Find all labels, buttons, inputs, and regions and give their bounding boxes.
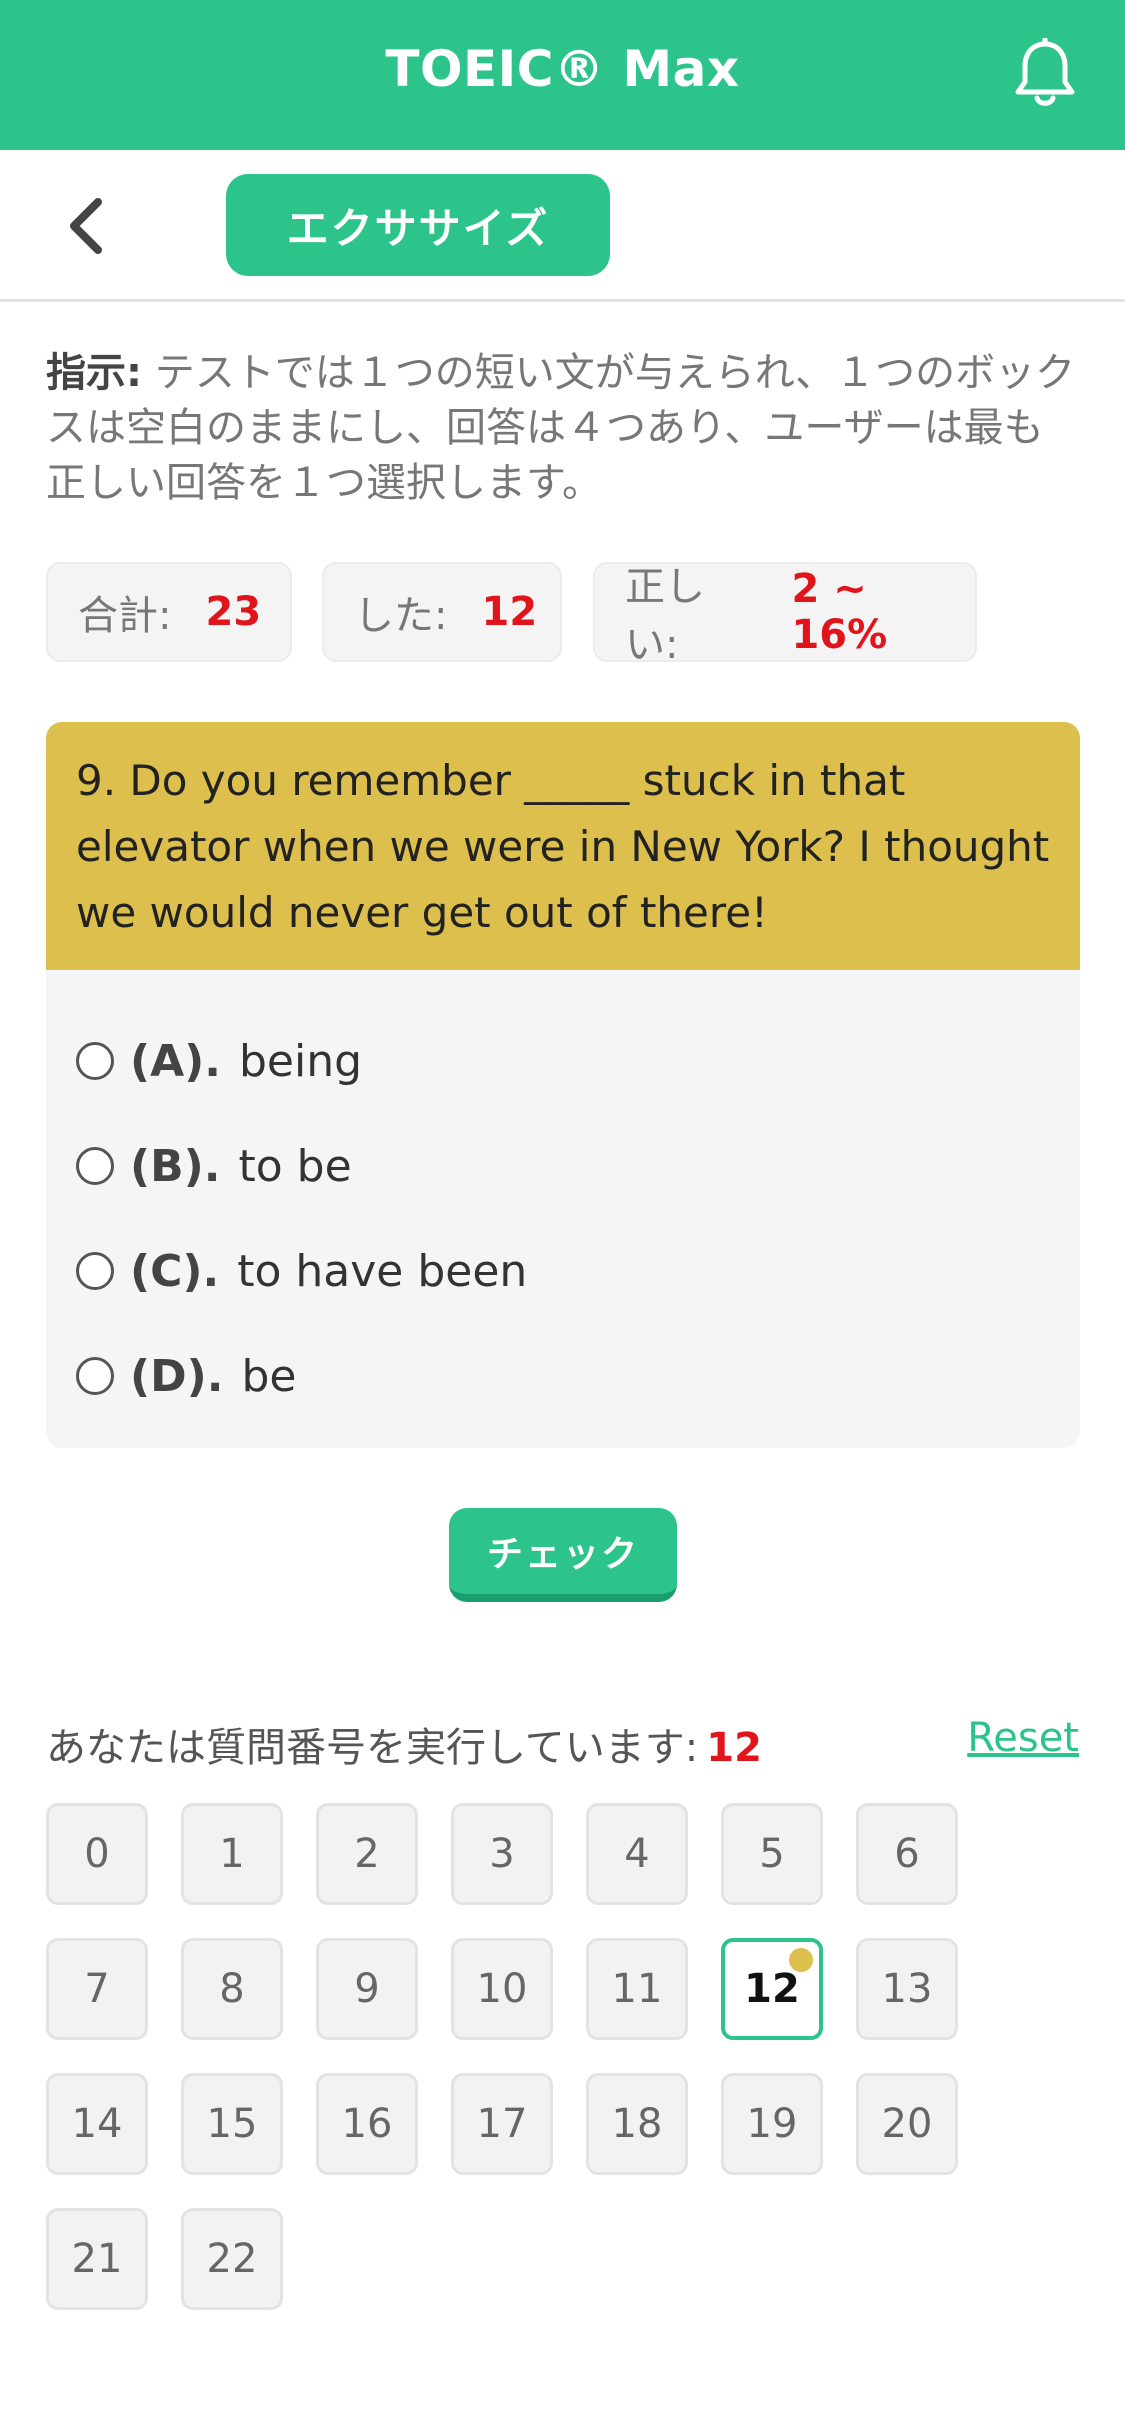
option-a[interactable]: (A). being	[76, 1026, 362, 1096]
stat-done-value: 12	[481, 589, 538, 635]
bell-icon[interactable]	[1013, 38, 1077, 110]
instructions-label: 指示:	[46, 350, 142, 396]
question-number-label: 4	[624, 1831, 650, 1877]
app-screen: TOEIC® Max エクササイズ 指示: テストでは１つの短い文が与えられ、１…	[0, 0, 1125, 2436]
stat-total-label: 合計:	[78, 593, 172, 639]
question-number-label: 11	[611, 1966, 663, 2012]
question-number-22[interactable]: 22	[181, 2208, 283, 2310]
stat-done: した: 12	[322, 562, 562, 662]
question-number-18[interactable]: 18	[586, 2073, 688, 2175]
question-number-label: 15	[206, 2101, 258, 2147]
radio-button[interactable]	[76, 1042, 114, 1080]
stat-total: 合計: 23	[46, 562, 292, 662]
question-number-8[interactable]: 8	[181, 1938, 283, 2040]
sub-header: エクササイズ	[0, 150, 1125, 302]
question-number-6[interactable]: 6	[856, 1803, 958, 1905]
question-number-10[interactable]: 10	[451, 1938, 553, 2040]
question-number-17[interactable]: 17	[451, 2073, 553, 2175]
option-text: to be	[238, 1140, 352, 1192]
app-title: TOEIC® Max	[385, 40, 740, 98]
question-number-12[interactable]: 12	[721, 1938, 823, 2040]
stat-correct: 正しい: 2 ~ 16%	[593, 562, 977, 668]
tab-exercise[interactable]: エクササイズ	[226, 174, 610, 276]
option-text: to have been	[237, 1245, 528, 1297]
check-button[interactable]: チェック	[449, 1508, 677, 1602]
app-header: TOEIC® Max	[0, 0, 1125, 150]
question-number-20[interactable]: 20	[856, 2073, 958, 2175]
radio-button[interactable]	[76, 1147, 114, 1185]
question-number-label: 14	[71, 2101, 123, 2147]
question-number-label: 9	[354, 1966, 380, 2012]
stat-total-value: 23	[205, 589, 262, 635]
question-number-0[interactable]: 0	[46, 1803, 148, 1905]
question-number-21[interactable]: 21	[46, 2208, 148, 2310]
question-number-15[interactable]: 15	[181, 2073, 283, 2175]
stat-correct-label: 正しい:	[625, 564, 705, 668]
radio-button[interactable]	[76, 1357, 114, 1395]
stat-done-label: した:	[354, 593, 448, 639]
question-number-14[interactable]: 14	[46, 2073, 148, 2175]
question-number-label: 22	[206, 2236, 258, 2282]
option-letter: (B).	[130, 1140, 221, 1192]
question-number-label: 17	[476, 2101, 528, 2147]
question-card: 9. Do you remember _____ stuck in that e…	[46, 722, 1080, 1448]
question-number-4[interactable]: 4	[586, 1803, 688, 1905]
question-number-label: 19	[746, 2101, 798, 2147]
question-number-label: 1	[219, 1831, 245, 1877]
question-number-label: 2	[354, 1831, 380, 1877]
option-letter: (D).	[130, 1350, 224, 1402]
question-text: 9. Do you remember _____ stuck in that e…	[46, 722, 1080, 970]
question-number-label: 20	[881, 2101, 933, 2147]
option-c[interactable]: (C). to have been	[76, 1236, 527, 1306]
stat-correct-value: 2 ~ 16%	[791, 566, 888, 658]
reset-link[interactable]: Reset	[967, 1715, 1079, 1761]
question-number-16[interactable]: 16	[316, 2073, 418, 2175]
question-number-label: 16	[341, 2101, 393, 2147]
question-number-5[interactable]: 5	[721, 1803, 823, 1905]
option-d[interactable]: (D). be	[76, 1341, 296, 1411]
question-number-9[interactable]: 9	[316, 1938, 418, 2040]
option-text: be	[241, 1350, 297, 1402]
question-number-label: 13	[881, 1966, 933, 2012]
chevron-left-icon[interactable]	[60, 194, 116, 258]
instructions-text: 指示: テストでは１つの短い文が与えられ、１つのボックスは空白のままにし、回答は…	[46, 346, 1076, 511]
question-number-label: 5	[759, 1831, 785, 1877]
option-letter: (A).	[130, 1035, 221, 1087]
progress-label: あなたは質問番号を実行しています:	[46, 1725, 699, 1771]
question-number-label: 7	[84, 1966, 110, 2012]
option-text: being	[239, 1035, 363, 1087]
progress-status: あなたは質問番号を実行しています: 12	[46, 1715, 762, 1773]
question-number-label: 21	[71, 2236, 123, 2282]
option-letter: (C).	[130, 1245, 220, 1297]
question-number-13[interactable]: 13	[856, 1938, 958, 2040]
question-number-label: 0	[84, 1831, 110, 1877]
radio-button[interactable]	[76, 1252, 114, 1290]
instructions-body: テストでは１つの短い文が与えられ、１つのボックスは空白のままにし、回答は４つあり…	[46, 350, 1076, 506]
question-number-label: 8	[219, 1966, 245, 2012]
current-indicator-dot	[789, 1948, 813, 1972]
question-number-7[interactable]: 7	[46, 1938, 148, 2040]
question-number-11[interactable]: 11	[586, 1938, 688, 2040]
question-number-label: 6	[894, 1831, 920, 1877]
question-number-2[interactable]: 2	[316, 1803, 418, 1905]
question-number-label: 3	[489, 1831, 515, 1877]
option-b[interactable]: (B). to be	[76, 1131, 352, 1201]
progress-current: 12	[706, 1725, 762, 1771]
question-number-label: 12	[744, 1966, 800, 2012]
question-number-label: 10	[476, 1966, 528, 2012]
question-number-3[interactable]: 3	[451, 1803, 553, 1905]
question-number-label: 18	[611, 2101, 663, 2147]
question-number-1[interactable]: 1	[181, 1803, 283, 1905]
question-number-19[interactable]: 19	[721, 2073, 823, 2175]
